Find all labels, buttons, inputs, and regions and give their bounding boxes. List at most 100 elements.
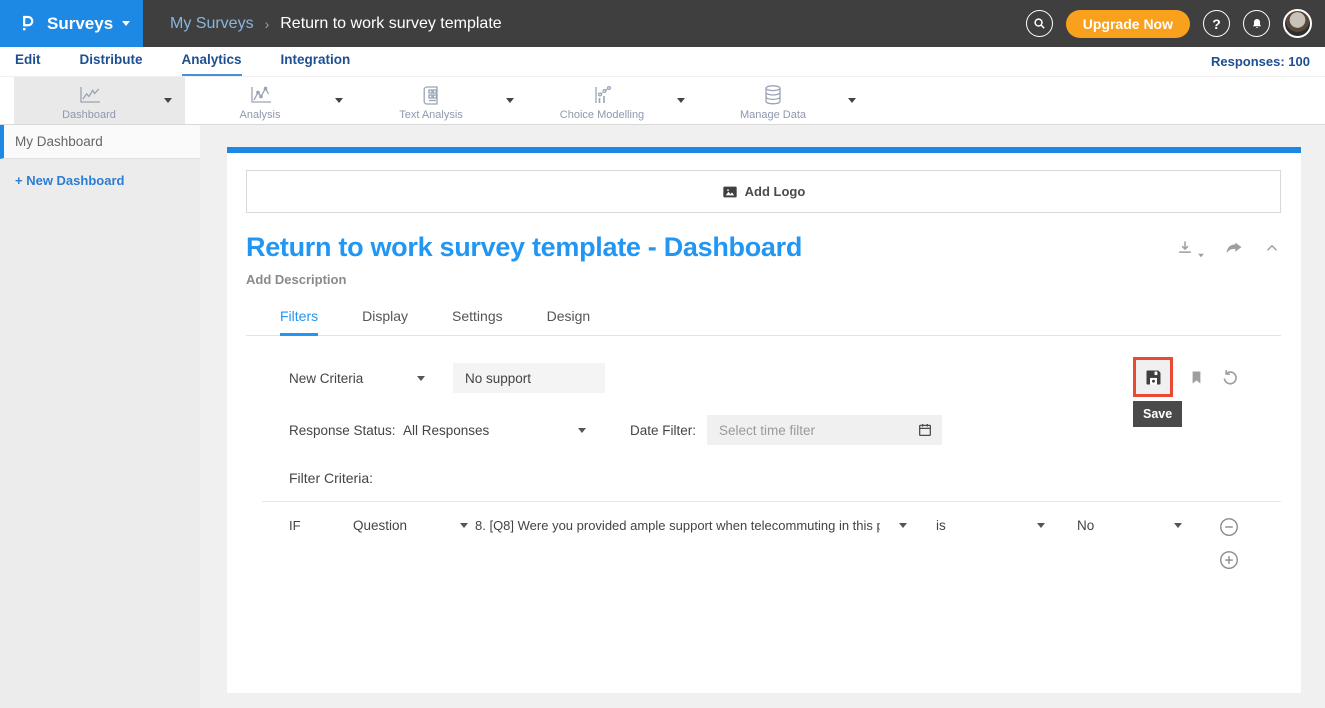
share-button[interactable] [1224, 238, 1244, 258]
tab-integration[interactable]: Integration [281, 52, 351, 76]
add-description-button[interactable]: Add Description [246, 272, 1281, 287]
filter-rule-row: IF Question 8. [Q8] Were you provided am… [289, 518, 1281, 533]
toolbar-item-label: Dashboard [62, 109, 116, 121]
rule-question-select[interactable]: 8. [Q8] Were you provided ample support … [475, 518, 907, 533]
reset-filter-button[interactable] [1220, 367, 1240, 387]
questionpro-logo-icon [17, 13, 38, 34]
toolbar-item-manage-data[interactable]: Manage Data [698, 77, 869, 124]
analytics-toolbar: Dashboard Analysis Text Analysis Choice … [0, 76, 1325, 125]
header-actions: Upgrade Now ? [1026, 9, 1325, 38]
breadcrumb-separator: › [265, 16, 270, 32]
add-rule-button[interactable] [1218, 549, 1240, 571]
toolbar-item-label: Text Analysis [399, 109, 463, 121]
rule-type-select[interactable]: Question [353, 518, 468, 533]
sidebar-item-label: My Dashboard [15, 134, 103, 149]
tab-design[interactable]: Design [547, 308, 591, 336]
rule-actions [1218, 516, 1240, 571]
user-avatar[interactable] [1283, 9, 1312, 38]
rule-type-value: Question [353, 518, 407, 533]
document-grid-icon [420, 85, 442, 106]
chevron-down-icon [899, 523, 907, 528]
bell-icon [1250, 17, 1264, 31]
add-logo-button[interactable]: Add Logo [246, 170, 1281, 213]
criteria-select-value: New Criteria [289, 371, 363, 386]
tab-analytics[interactable]: Analytics [182, 52, 242, 76]
rule-operator-value: is [936, 518, 946, 533]
breadcrumb-my-surveys[interactable]: My Surveys [170, 15, 254, 33]
save-icon [1143, 367, 1164, 388]
chevron-down-icon[interactable] [506, 98, 514, 103]
download-button[interactable] [1175, 238, 1205, 258]
response-status-select[interactable]: All Responses [403, 423, 586, 438]
chevron-up-icon [1263, 239, 1281, 257]
tab-distribute[interactable]: Distribute [80, 52, 143, 76]
download-icon [1175, 238, 1195, 258]
new-dashboard-button[interactable]: + New Dashboard [15, 173, 200, 188]
tab-display[interactable]: Display [362, 308, 408, 336]
chevron-down-icon [1037, 523, 1045, 528]
chevron-down-icon [417, 376, 425, 381]
chevron-down-icon[interactable] [335, 98, 343, 103]
dashboard-sidebar: My Dashboard + New Dashboard [0, 125, 200, 708]
calendar-icon [917, 422, 933, 438]
bookmark-filter-button[interactable] [1188, 368, 1205, 387]
save-filter-button[interactable]: Save [1133, 357, 1173, 397]
toolbar-item-label: Manage Data [740, 109, 806, 121]
notifications-button[interactable] [1243, 10, 1270, 37]
help-button[interactable]: ? [1203, 10, 1230, 37]
chevron-down-icon [578, 428, 586, 433]
date-filter-field[interactable] [707, 415, 942, 445]
toolbar-item-text-analysis[interactable]: Text Analysis [356, 77, 527, 124]
image-icon [722, 185, 738, 199]
toolbar-item-analysis[interactable]: Analysis [185, 77, 356, 124]
search-button[interactable] [1026, 10, 1053, 37]
criteria-row: New Criteria Save [289, 363, 1281, 393]
dashboard-card-tabs: Filters Display Settings Design [246, 308, 1281, 336]
date-filter-input[interactable] [719, 423, 917, 438]
rule-value-select[interactable]: No [1077, 518, 1182, 533]
filters-pane: New Criteria Save [246, 363, 1281, 533]
title-row: Return to work survey template - Dashboa… [246, 232, 1281, 263]
upgrade-now-button[interactable]: Upgrade Now [1066, 10, 1190, 38]
bookmark-icon [1188, 368, 1205, 387]
rule-operator-select[interactable]: is [936, 518, 1045, 533]
product-name: Surveys [47, 14, 113, 34]
chevron-down-icon[interactable] [677, 98, 685, 103]
tab-settings[interactable]: Settings [452, 308, 503, 336]
chevron-down-icon [1174, 523, 1182, 528]
chevron-down-icon [460, 523, 468, 528]
sidebar-item-my-dashboard[interactable]: My Dashboard [0, 125, 200, 159]
plus-circle-icon [1218, 549, 1240, 571]
scatter-chart-icon [590, 85, 614, 106]
response-status-label: Response Status: [289, 423, 403, 438]
app-header: Surveys My Surveys › Return to work surv… [0, 0, 1325, 47]
save-tooltip: Save [1133, 401, 1182, 427]
add-logo-label: Add Logo [745, 184, 806, 199]
database-icon [761, 84, 785, 106]
tab-filters[interactable]: Filters [280, 308, 318, 336]
toolbar-item-label: Choice Modelling [560, 109, 644, 121]
chevron-down-icon[interactable] [848, 98, 856, 103]
filter-criteria-heading: Filter Criteria: [289, 470, 1281, 486]
share-icon [1224, 238, 1244, 258]
toolbar-item-label: Analysis [240, 109, 281, 121]
dashboard-card: Add Logo Return to work survey template … [227, 153, 1301, 693]
chevron-down-icon [122, 21, 130, 26]
criteria-select[interactable]: New Criteria [289, 371, 425, 386]
breadcrumb-current: Return to work survey template [280, 15, 501, 33]
collapse-button[interactable] [1263, 239, 1281, 257]
date-filter-label: Date Filter: [630, 423, 707, 438]
toolbar-item-choice-modelling[interactable]: Choice Modelling [527, 77, 698, 124]
product-switcher[interactable]: Surveys [0, 0, 143, 47]
search-icon [1032, 16, 1047, 31]
tab-edit[interactable]: Edit [15, 52, 41, 76]
page-title: Return to work survey template - Dashboa… [246, 232, 802, 263]
responses-count: Responses: 100 [1211, 54, 1310, 76]
response-status-value: All Responses [403, 423, 489, 438]
chevron-down-icon [1198, 254, 1204, 258]
chevron-down-icon[interactable] [164, 98, 172, 103]
remove-rule-button[interactable] [1218, 516, 1240, 538]
criteria-name-input[interactable] [453, 363, 605, 393]
toolbar-item-dashboard[interactable]: Dashboard [14, 77, 185, 124]
if-label: IF [289, 518, 353, 533]
